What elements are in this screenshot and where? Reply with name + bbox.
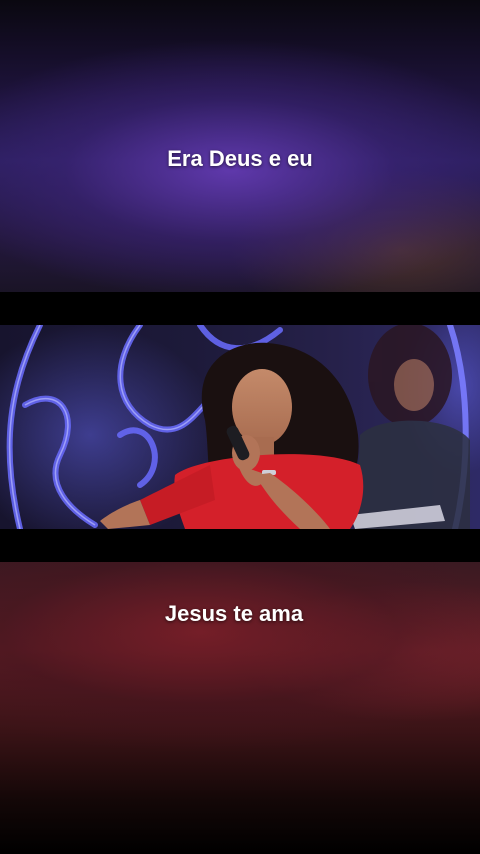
bottom-blurred-backdrop: Jesus te ama xyxy=(0,562,480,854)
top-blurred-backdrop: Era Deus e eu xyxy=(0,0,480,292)
letterbox-bar-bottom xyxy=(0,529,480,562)
letterbox-bar-top xyxy=(0,292,480,325)
video-frame[interactable] xyxy=(0,325,480,529)
singer-scene xyxy=(0,325,480,529)
lyric-caption-top: Era Deus e eu xyxy=(167,146,313,171)
lyric-caption-bottom: Jesus te ama xyxy=(164,601,304,626)
